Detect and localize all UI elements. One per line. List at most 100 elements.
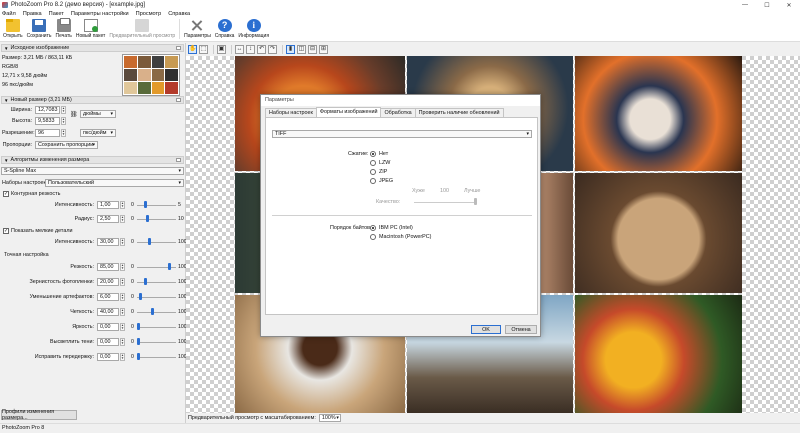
details-checkbox[interactable]: ✓ — [3, 228, 9, 234]
proportions-select[interactable]: Сохранить пропорции — [35, 141, 98, 149]
slider-thumb[interactable] — [148, 238, 151, 245]
method-select[interactable]: S-Spline Max — [1, 167, 184, 175]
panel-pin-icon[interactable] — [176, 158, 181, 162]
panel-pin-icon[interactable] — [176, 98, 181, 102]
preview-button[interactable]: Предварительный просмотр — [107, 17, 177, 41]
print-button[interactable]: Печать — [54, 17, 74, 41]
flip-horizontal-icon[interactable]: ↔ — [235, 45, 244, 54]
resolution-unit-select[interactable]: пкс/дюйм — [80, 129, 116, 137]
open-button[interactable]: Открыть — [1, 17, 25, 41]
slider-spinner[interactable]: ▲ ▼ — [120, 353, 125, 361]
source-image-header[interactable]: ▼ Исходное изображение — [1, 44, 184, 52]
new-batch-button[interactable]: Новый пакет — [74, 17, 107, 41]
split-vertical-icon[interactable]: ◫ — [297, 45, 306, 54]
panel-pin-icon[interactable] — [176, 46, 181, 50]
slider-thumb[interactable] — [151, 308, 154, 315]
slider-thumb[interactable] — [137, 338, 140, 345]
slider-spinner[interactable]: ▲ ▼ — [120, 293, 125, 301]
tab-updates[interactable]: Проверить наличие обновлений — [414, 108, 504, 117]
slider-value-field[interactable]: 0,00 — [97, 353, 119, 361]
slider-value-field[interactable]: 20,00 — [97, 278, 119, 286]
resolution-spinner[interactable]: ▲ ▼ — [61, 129, 66, 137]
zoom-select[interactable]: 100% — [318, 414, 341, 422]
slider-value-field[interactable]: 0,00 — [97, 323, 119, 331]
help-button[interactable]: ? Справка — [213, 17, 237, 41]
width-field[interactable]: 12,7083 — [35, 106, 60, 114]
slider-value-field[interactable]: 6,00 — [97, 293, 119, 301]
flip-vertical-icon[interactable]: ↕ — [246, 45, 255, 54]
slider-track[interactable] — [137, 242, 176, 243]
slider-track[interactable] — [137, 327, 176, 328]
byte-order-intel-radio[interactable] — [370, 225, 376, 231]
slider-thumb[interactable] — [146, 215, 149, 222]
resolution-field[interactable]: 96 — [35, 129, 60, 137]
quality-slider-track[interactable] — [414, 202, 476, 203]
compression-lzw-radio[interactable] — [370, 160, 376, 166]
height-field[interactable]: 9,5833 — [35, 117, 60, 125]
slider-value-field[interactable]: 2,50 — [97, 215, 119, 223]
slider-spinner[interactable]: ▲ ▼ — [120, 338, 125, 346]
slider-value-field[interactable]: 1,00 — [97, 201, 119, 209]
slider-value-field[interactable]: 40,00 — [97, 308, 119, 316]
new-size-header[interactable]: ▼ Новый размер (3,21 МБ) — [1, 96, 184, 104]
resize-profiles-button[interactable]: Профили изменения размера... — [1, 409, 77, 421]
slider-track[interactable] — [137, 312, 176, 313]
height-spinner[interactable]: ▲ ▼ — [61, 117, 66, 125]
single-view-icon[interactable]: ▮ — [286, 45, 295, 54]
slider-spinner[interactable]: ▲ ▼ — [120, 238, 125, 246]
slider-thumb[interactable] — [144, 278, 147, 285]
close-button[interactable]: ✕ — [778, 0, 800, 10]
slider-thumb[interactable] — [168, 263, 171, 270]
contour-checkbox[interactable]: ✓ — [3, 191, 9, 197]
slider-spinner[interactable]: ▲ ▼ — [120, 215, 125, 223]
format-select[interactable]: TIFF — [272, 130, 532, 138]
link-icon[interactable]: ⛓ — [70, 112, 78, 119]
fit-icon[interactable]: ▣ — [217, 45, 226, 54]
tab-presets[interactable]: Наборы настроек — [265, 108, 317, 117]
save-button[interactable]: Сохранить — [25, 17, 54, 41]
slider-track[interactable] — [137, 357, 176, 358]
rotate-left-icon[interactable]: ↶ — [257, 45, 266, 54]
quality-slider-thumb[interactable] — [474, 198, 477, 205]
slider-spinner[interactable]: ▲ ▼ — [120, 263, 125, 271]
ok-button[interactable]: OK — [471, 325, 501, 334]
tab-image-formats[interactable]: Форматы изображений — [315, 107, 382, 117]
slider-value-field[interactable]: 0,00 — [97, 338, 119, 346]
unit-select[interactable]: дюймы — [80, 110, 116, 118]
slider-spinner[interactable]: ▲ ▼ — [120, 278, 125, 286]
width-spinner[interactable]: ▲ ▼ — [61, 106, 66, 114]
slider-track[interactable] — [137, 219, 176, 220]
slider-track[interactable] — [137, 205, 176, 206]
slider-thumb[interactable] — [144, 201, 147, 208]
crop-tool-icon[interactable]: ⬚ — [199, 45, 208, 54]
presets-select[interactable]: Пользовательский — [45, 179, 184, 187]
algorithms-header[interactable]: ▼ Алгоритмы изменения размера — [1, 156, 184, 164]
slider-thumb[interactable] — [139, 293, 142, 300]
compression-jpeg-radio[interactable] — [370, 178, 376, 184]
tab-processing[interactable]: Обработка — [380, 108, 416, 117]
slider-track[interactable] — [137, 282, 176, 283]
info-button[interactable]: i Информация — [236, 17, 271, 41]
hand-tool-icon[interactable]: ✋ — [188, 45, 197, 54]
slider-value-field[interactable]: 30,00 — [97, 238, 119, 246]
new-size-title: Новый размер (3,21 МБ) — [10, 97, 72, 103]
slider-thumb[interactable] — [137, 323, 140, 330]
slider-spinner[interactable]: ▲ ▼ — [120, 308, 125, 316]
slider-thumb[interactable] — [137, 353, 140, 360]
compression-label: Сжатие: — [348, 151, 369, 157]
slider-track[interactable] — [137, 342, 176, 343]
byte-order-mac-radio[interactable] — [370, 234, 376, 240]
split-horizontal-icon[interactable]: ⊟ — [308, 45, 317, 54]
slider-value-field[interactable]: 85,00 — [97, 263, 119, 271]
maximize-button[interactable]: ☐ — [756, 0, 778, 10]
compression-zip-radio[interactable] — [370, 169, 376, 175]
minimize-button[interactable]: — — [734, 0, 756, 10]
cancel-button[interactable]: Отмена — [505, 325, 537, 334]
settings-button[interactable]: Параметры — [182, 17, 213, 41]
slider-spinner[interactable]: ▲ ▼ — [120, 323, 125, 331]
quad-view-icon[interactable]: ⊞ — [319, 45, 328, 54]
rotate-right-icon[interactable]: ↷ — [268, 45, 277, 54]
slider-spinner[interactable]: ▲ ▼ — [120, 201, 125, 209]
compression-none-radio[interactable] — [370, 151, 376, 157]
slider-track[interactable] — [137, 297, 176, 298]
